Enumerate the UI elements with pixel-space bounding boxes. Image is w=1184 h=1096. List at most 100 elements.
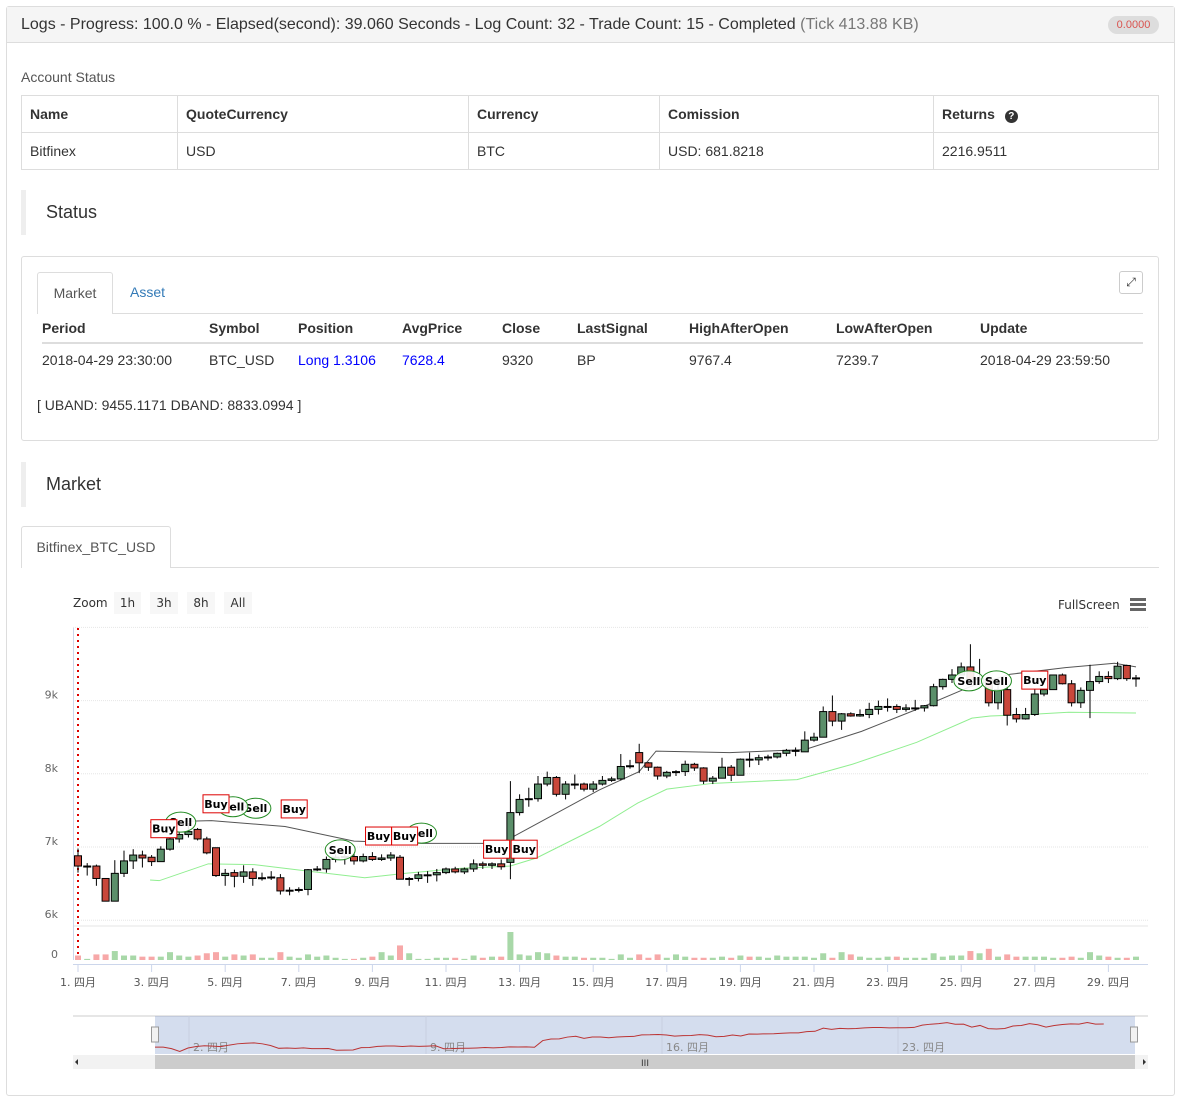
x-tick-label: 11. 四月 [425,976,468,989]
volume-bar [351,958,357,960]
candle-body [386,854,395,859]
volume-bar [691,957,698,960]
candle-body [911,707,920,710]
navigator-handle[interactable] [1130,1026,1138,1043]
volume-bar [930,953,937,960]
candle-body [423,874,432,877]
x-tick-label: 9. 四月 [354,976,390,989]
candle-body [405,877,414,880]
candle-body [359,856,368,862]
volume-bar [185,956,192,960]
x-tick-label: 27. 四月 [1013,976,1056,989]
volume-bar [663,957,670,960]
sell-flag-label: Sell [957,675,980,688]
volume-bar [737,955,744,960]
volume-bar [636,954,643,960]
volume-bar [820,953,827,960]
volume-bar [719,956,725,960]
x-tick-label: 21. 四月 [793,976,836,989]
volume-bar [75,955,81,960]
volume-bar [176,955,183,960]
volume-bar [387,955,394,960]
candle-body [846,713,855,717]
volume-bar [268,957,275,960]
volume-bar [84,958,91,960]
volume-bar [728,957,735,960]
volume-bar [829,957,836,960]
buy-flag-label: Buy [485,843,508,856]
candle-body [791,749,800,752]
volume-bar [755,956,762,960]
volume-bar [157,956,164,960]
candle-body [193,828,202,840]
candle-body [1067,683,1076,704]
volume-bar [415,958,422,960]
candle-body [322,858,331,870]
candle-body [497,863,506,868]
candle-body [285,889,294,892]
candle-body [478,863,487,866]
volume-bar [314,956,321,960]
candle-body [994,689,1002,704]
candle-body [570,783,579,786]
volume-bar [673,954,679,960]
candlestick-chart[interactable]: SellBuySellSellBuy BuySellSellBuyBuyBuy Bu… [0,0,1184,1080]
volume-bar [111,951,118,960]
y-tick-label: 8k [45,762,59,775]
candle-body [156,848,165,863]
volume-bar [139,956,146,960]
volume-bar [433,957,440,960]
candle-body [1104,675,1113,680]
buy-flag-label: Buy [513,843,536,856]
candle-body [708,777,717,782]
volume-bar [1087,952,1093,960]
volume-bar [765,957,771,960]
candle-body [1122,664,1131,680]
candle-body [662,771,671,777]
sell-flag-label: Sell [985,675,1008,688]
candle-body [800,739,809,753]
volume-bar [801,956,808,960]
candle-body [248,871,257,879]
candle-body [1132,677,1140,680]
candle-body [1003,689,1012,716]
volume-bar [700,957,707,960]
volume-bar [884,956,891,960]
x-tick-label: 1. 四月 [60,976,96,989]
volume-bar [544,953,551,960]
volume-bar [102,954,109,960]
volume-bar [470,955,477,960]
candle-body [736,758,745,776]
candle-body [534,783,542,800]
volume-bar [985,948,992,960]
navigator-label: 2. 四月 [193,1041,229,1054]
volume-bar [866,957,873,960]
volume-bar [571,956,578,960]
volume-bar [323,955,330,960]
volume-bar [893,956,900,960]
volume-bar [507,932,514,960]
volume-bar [259,957,265,960]
volume-bar [1041,956,1047,960]
candle-body [202,838,211,854]
x-tick-label: 23. 四月 [866,976,909,989]
volume-bar [608,958,615,960]
candle-body [524,798,533,801]
y-tick-label: 6k [45,908,59,921]
candle-body [267,876,276,879]
volume-bar [525,955,532,960]
x-tick-label: 3. 四月 [134,976,170,989]
navigator-handle[interactable] [151,1026,159,1043]
x-tick-label: 19. 四月 [719,976,762,989]
volume-bar [213,952,219,960]
y-tick-label: 7k [45,835,59,848]
candle-body [874,705,883,710]
volume-bar [599,957,606,960]
buy-flag-label: Buy [367,830,390,843]
candle-body [718,766,726,779]
volume-bar [645,957,652,960]
candle-body [754,757,763,761]
candle-body [451,868,460,873]
volume-bar [875,957,882,960]
candle-body [368,856,377,860]
